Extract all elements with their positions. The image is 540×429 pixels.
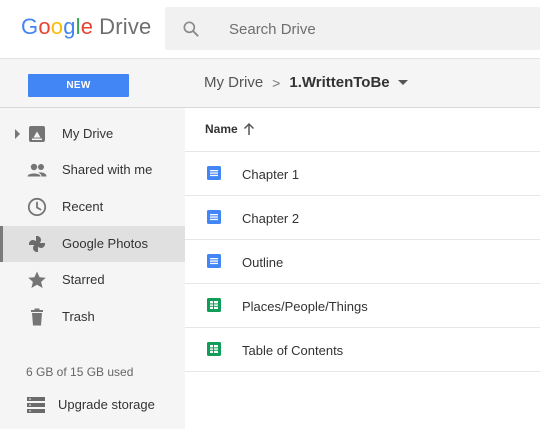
sort-arrow-up-icon[interactable] — [243, 122, 255, 136]
file-row[interactable]: Table of Contents — [185, 328, 540, 372]
breadcrumb: My Drive > 1.WrittenToBe — [204, 74, 408, 91]
google-sheets-icon — [207, 342, 221, 356]
breadcrumb-separator: > — [272, 74, 281, 91]
sidebar-item-label: Starred — [62, 272, 105, 287]
search-bar[interactable] — [165, 7, 540, 50]
sidebar-item-my-drive[interactable]: My Drive — [0, 116, 185, 152]
upgrade-storage-label: Upgrade storage — [58, 397, 155, 412]
file-row[interactable]: Chapter 1 — [185, 152, 540, 196]
google-docs-icon — [207, 210, 221, 224]
my-drive-icon — [29, 126, 45, 142]
google-docs-icon — [207, 254, 221, 268]
breadcrumb-root[interactable]: My Drive — [204, 74, 263, 91]
google-docs-icon — [207, 166, 221, 180]
new-button[interactable]: NEW — [28, 74, 129, 97]
file-list: Name Chapter 1 Chapter 2 Outline Places/… — [185, 108, 540, 429]
sidebar-item-google-photos[interactable]: Google Photos — [0, 226, 185, 262]
file-row[interactable]: Places/People/Things — [185, 284, 540, 328]
clock-icon — [27, 197, 47, 217]
file-row[interactable]: Outline — [185, 240, 540, 284]
sidebar-item-label: My Drive — [62, 126, 114, 141]
star-icon — [28, 271, 46, 288]
file-row[interactable]: Chapter 2 — [185, 196, 540, 240]
people-icon — [27, 163, 47, 177]
trash-icon — [31, 308, 43, 326]
sidebar-item-label: Recent — [62, 199, 104, 214]
storage-usage-text: 6 GB of 15 GB used — [26, 365, 134, 379]
sidebar-item-recent[interactable]: Recent — [0, 189, 185, 225]
column-header-name[interactable]: Name — [205, 122, 238, 136]
google-drive-logo[interactable]: Google Drive — [21, 14, 152, 40]
storage-icon — [27, 397, 45, 413]
google-sheets-icon — [207, 298, 221, 312]
chevron-down-icon[interactable] — [397, 80, 408, 85]
sidebar-item-starred[interactable]: Starred — [0, 262, 185, 298]
sidebar-item-label: Google Photos — [62, 236, 149, 251]
breadcrumb-current-folder[interactable]: 1.WrittenToBe — [289, 74, 389, 91]
file-name: Places/People/Things — [242, 299, 368, 314]
sidebar-item-label: Shared with me — [62, 162, 153, 177]
file-name: Table of Contents — [242, 343, 344, 358]
sidebar-item-label: Trash — [62, 309, 95, 324]
sidebar: My Drive Shared with me Recent Google Ph… — [0, 108, 185, 429]
logo-product: Drive — [99, 14, 152, 39]
search-icon[interactable] — [181, 19, 201, 39]
column-header-row: Name — [185, 108, 540, 152]
expand-arrow-icon[interactable] — [15, 129, 20, 139]
logo-brand: Google — [21, 14, 94, 39]
top-header: Google Drive — [0, 0, 540, 58]
file-name: Chapter 2 — [242, 211, 300, 226]
sidebar-item-trash[interactable]: Trash — [0, 299, 185, 335]
file-name: Chapter 1 — [242, 167, 300, 182]
sidebar-item-shared-with-me[interactable]: Shared with me — [0, 152, 185, 188]
search-input[interactable] — [229, 17, 509, 41]
toolbar: NEW My Drive > 1.WrittenToBe — [0, 58, 540, 108]
file-name: Outline — [242, 255, 284, 270]
photos-pinwheel-icon — [29, 236, 45, 252]
